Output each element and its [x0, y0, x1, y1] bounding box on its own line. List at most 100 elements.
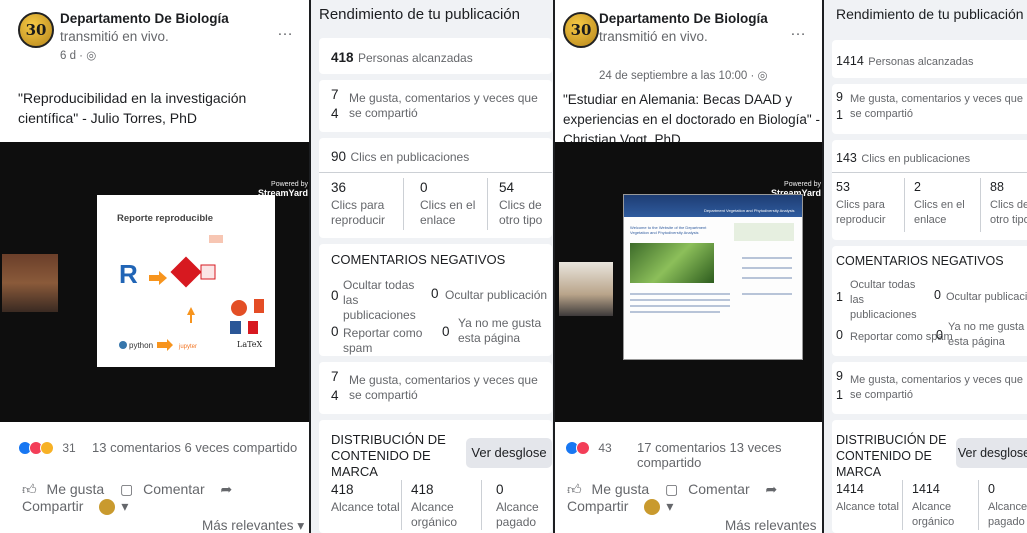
branded-content-box: DISTRIBUCIÓN DE CONTENIDO DE MARCA Ver d…: [319, 420, 552, 533]
chrome-icon: [231, 300, 247, 316]
like-button[interactable]: 👍︎ Me gusta: [567, 481, 655, 497]
stats-title: Rendimiento de tu publicación: [836, 6, 1024, 22]
arrow-up-icon: [187, 307, 195, 323]
chevron-down-icon: ▾: [297, 518, 305, 533]
clicks-box: 143 Clics en publicaciones 53 Clics para…: [832, 140, 1027, 240]
play-clicks-value: 36: [331, 180, 347, 195]
python-icon: [119, 341, 127, 349]
globe-icon: ◎: [757, 70, 768, 82]
website-header: [624, 195, 802, 217]
clicks-value: 90: [331, 149, 347, 164]
chevron-down-icon: ▾: [121, 498, 129, 514]
reach-box: 418 Personas alcanzadas: [319, 38, 552, 74]
svg-text:python: python: [129, 341, 153, 350]
reach-label: Personas alcanzadas: [357, 51, 473, 65]
forest-image: [630, 243, 714, 283]
view-breakdown-button[interactable]: Ver desglose: [956, 438, 1027, 468]
globe-icon: ◎: [86, 50, 97, 62]
branded-content-box: DISTRIBUCIÓN DE CONTENIDO DE MARCA Ver d…: [832, 420, 1027, 533]
word-icon: [230, 321, 241, 334]
stats-panel-1: Rendimiento de tu publicación 418 Person…: [311, 0, 554, 533]
knitr-icon: [170, 256, 202, 288]
post-actions: 👍︎ Me gusta ▢ Comentar ➦ Compartir ▾: [567, 481, 823, 516]
post-panel-1: 30 Departamento De Biología transmitió e…: [0, 0, 310, 533]
view-breakdown-button[interactable]: Ver desglose: [466, 438, 552, 468]
sort-comments-dropdown[interactable]: Más relevantes ▾: [725, 518, 823, 533]
latex-label: LaTeX: [237, 340, 263, 349]
speaker-camera: [2, 254, 58, 312]
post-text: "Reproducibilidad en la investigación ci…: [18, 90, 247, 126]
engagement-box-2: 7 4 Me gusta, comentarios y veces que se…: [319, 362, 552, 414]
comment-icon: ▢: [665, 481, 679, 497]
reach-value: 418: [331, 50, 354, 65]
svg-text:jupyter: jupyter: [178, 344, 197, 350]
link-clicks-value: 0: [420, 180, 428, 195]
avatar-icon: [644, 499, 661, 516]
slide-diagram: R LaTeX python jupyter: [119, 235, 264, 351]
reactions-summary[interactable]: 31: [18, 440, 76, 455]
avatar-selector[interactable]: ▾: [644, 498, 679, 516]
avatar-icon: [99, 499, 116, 516]
rmarkdown-icon: [200, 264, 216, 280]
link-clicks-label: Clics en el enlace: [420, 198, 476, 227]
spam-label: Reportar como spam: [343, 326, 423, 355]
love-icon: [576, 440, 590, 455]
share-icon: ➦: [220, 481, 233, 497]
post-header: 30 Departamento De Biología transmitió e…: [0, 0, 310, 80]
share-icon: ➦: [765, 481, 778, 497]
more-options-icon[interactable]: …: [790, 22, 807, 40]
thumbs-up-icon: 👍︎: [22, 481, 37, 497]
rmd-badge-icon: [209, 235, 223, 243]
arrow-icon: [157, 339, 173, 351]
page-logo-icon[interactable]: 30: [18, 12, 54, 48]
page-name-link[interactable]: Departamento De Biología: [60, 11, 229, 26]
comment-button[interactable]: ▢ Comentar: [665, 481, 756, 497]
post-author: Departamento De Biología transmitió en v…: [599, 10, 799, 46]
other-clicks-label: Clics de otro tipo: [499, 198, 543, 227]
spam-value: 0: [331, 324, 339, 339]
avatar-selector[interactable]: ▾: [99, 498, 134, 516]
post-time[interactable]: 24 de septiembre a las 10:00 · ◎: [599, 68, 768, 82]
engagement-top-value: 7: [331, 87, 339, 102]
comments-shares-count[interactable]: 17 comentarios 13 veces compartido: [637, 440, 823, 470]
pdf-icon: [248, 321, 258, 334]
video-player[interactable]: Powered by StreamYard Department Vegetati…: [555, 142, 823, 422]
engagement-box: 9 1 Me gusta, comentarios y veces que se…: [832, 84, 1027, 134]
unlike-value: 0: [442, 324, 450, 339]
engagement-box-2: 9 1 Me gusta, comentarios y veces que se…: [832, 362, 1027, 414]
stats-panel-2: Rendimiento de tu publicación 1414 Perso…: [824, 0, 1027, 533]
unlike-label: Ya no me gusta esta página: [458, 316, 542, 345]
post-author: Departamento De Biología transmitió en v…: [60, 10, 270, 46]
speaker-camera: [559, 262, 613, 316]
sort-comments-dropdown[interactable]: Más relevantes ▾: [202, 518, 304, 533]
engagement-label: Me gusta, comentarios y veces que se com…: [349, 91, 538, 120]
reach-box: 1414 Personas alcanzadas: [832, 40, 1027, 78]
hide-all-label: Ocultar todas las publicaciones: [343, 278, 416, 322]
post-text: "Estudiar en Alemania: Becas DAAD y expe…: [563, 92, 820, 147]
post-action-text: transmitió en vivo.: [60, 29, 169, 44]
clicks-box: 90 Clics en publicaciones 36 Clics para …: [319, 138, 552, 238]
post-actions: 👍︎ Me gusta ▢ Comentar ➦ Compartir ▾: [22, 481, 310, 516]
html-icon: [254, 299, 264, 313]
negative-title: COMENTARIOS NEGATIVOS: [331, 252, 506, 267]
engagement-box: 7 4 Me gusta, comentarios y veces que se…: [319, 80, 552, 132]
comment-button[interactable]: ▢ Comentar: [120, 481, 211, 497]
stats-title: Rendimiento de tu publicación: [319, 6, 520, 23]
other-clicks-value: 54: [499, 180, 515, 195]
hide-all-value: 0: [331, 288, 339, 303]
post-panel-2: 30 Departamento De Biología transmitió e…: [555, 0, 823, 533]
post-time[interactable]: 6 d · ◎: [60, 48, 96, 62]
comments-shares-count[interactable]: 13 comentarios 6 veces compartido: [92, 440, 297, 455]
haha-icon: [40, 440, 54, 455]
thumbs-up-icon: 👍︎: [567, 481, 582, 497]
page-logo-icon[interactable]: 30: [563, 12, 599, 48]
hide-post-label: Ocultar publicación: [445, 288, 548, 302]
like-button[interactable]: 👍︎ Me gusta: [22, 481, 110, 497]
r-logo-icon: R: [119, 259, 138, 289]
more-options-icon[interactable]: …: [277, 22, 294, 40]
reactions-summary[interactable]: 43: [565, 440, 612, 455]
negative-feedback-box: COMENTARIOS NEGATIVOS 1 Ocultar todas la…: [832, 246, 1027, 356]
page-name-link[interactable]: Departamento De Biología: [599, 11, 768, 26]
video-player[interactable]: Powered by StreamYard Reporte reproducibl…: [0, 142, 310, 422]
shared-website: Department Vegetation and Phytodiversity…: [623, 194, 803, 360]
